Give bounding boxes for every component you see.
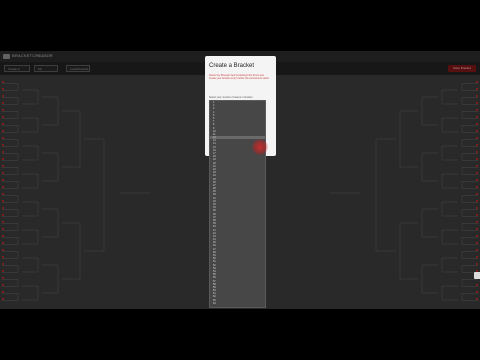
team-count-dropdown[interactable]: 1 2 3 4 5 6 7 8 9 10 11 12 13 14 15 16 17 18 19 20 21 22 23 24 2… xyxy=(209,100,266,308)
dropdown-option[interactable]: 64 xyxy=(210,302,265,305)
app-window: BRACKETCREATOR Bracket Create a Bracket … xyxy=(0,51,480,309)
modal-note: Select the 68-team field (including Firs… xyxy=(209,74,270,81)
cursor-highlight-icon xyxy=(252,139,268,155)
team-count-label: Select your number of teams in bracket xyxy=(209,96,253,99)
side-tab[interactable] xyxy=(474,272,480,279)
modal-title: Create a Bracket xyxy=(209,63,255,69)
